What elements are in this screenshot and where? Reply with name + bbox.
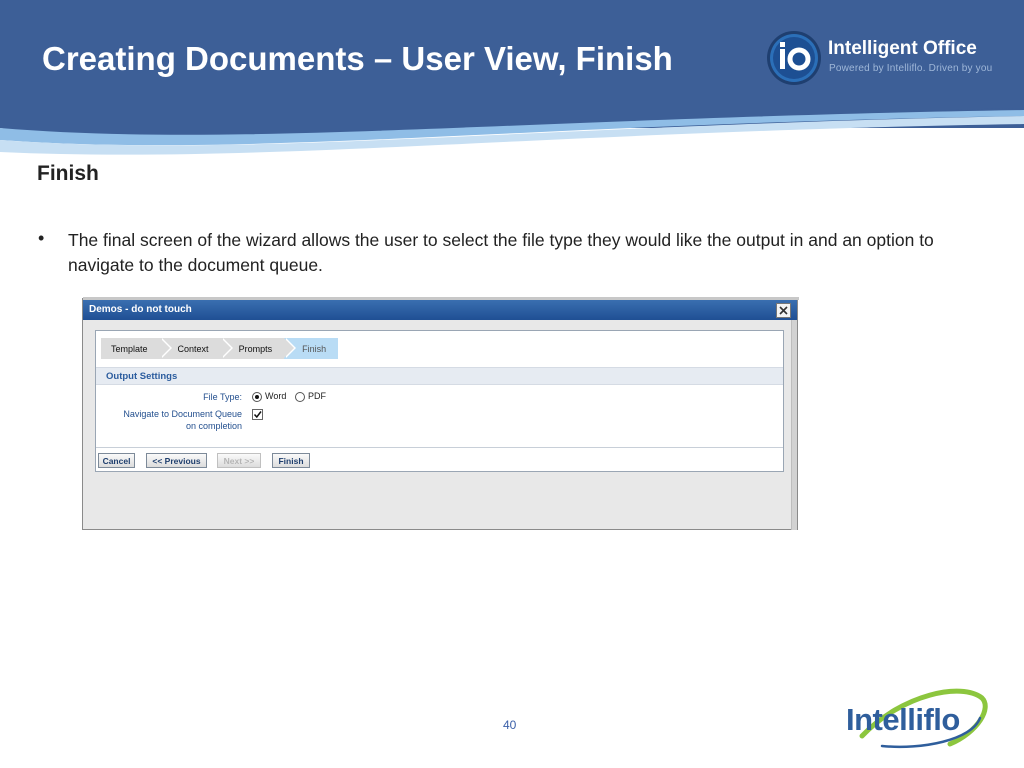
checkmark-icon [253,411,262,419]
next-button[interactable]: Next >> [217,453,261,468]
radio-pdf-label: PDF [308,391,326,401]
bullet-text: The final screen of the wizard allows th… [68,230,934,275]
scrollbar[interactable] [791,320,797,530]
intelligent-office-brand: Intelligent Office [828,38,977,59]
bullet-marker: • [38,228,45,248]
section-heading: Finish [37,162,99,185]
slide: Creating Documents – User View, Finish I… [0,0,1024,768]
close-button[interactable] [776,303,791,318]
finish-button[interactable]: Finish [272,453,310,468]
output-settings-band: Output Settings [96,367,783,385]
close-icon [779,306,788,315]
wizard-dialog: Demos - do not touch Template Context Pr… [82,297,799,530]
footer-separator [96,447,783,448]
page-number: 40 [503,718,517,732]
previous-button[interactable]: << Previous [146,453,207,468]
intelliflo-logo-text: Intelliflo [846,702,960,737]
wizard-panel: Template Context Prompts Finish Output S… [95,330,784,472]
navigate-checkbox[interactable] [252,409,263,420]
file-type-label: File Type: [203,392,242,402]
navigate-label-line2: on completion [185,421,242,431]
wizard-step-label: Context [177,343,209,354]
slide-title: Creating Documents – User View, Finish [42,40,673,77]
navigate-label-line1: Navigate to Document Queue [123,409,242,419]
wizard-step-label: Prompts [238,343,273,354]
dialog-titlebar[interactable]: Demos - do not touch [83,300,797,320]
wizard-steps: Template Context Prompts Finish [101,338,339,359]
radio-word-label: Word [265,391,287,401]
navigate-label: Navigate to Document Queue on completion [96,408,242,432]
output-settings-label: Output Settings [106,371,178,382]
cancel-button[interactable]: Cancel [98,453,135,468]
intelligent-office-tagline: Powered by Intelliflo. Driven by you [829,63,993,74]
radio-pdf[interactable] [295,392,305,402]
intelligent-office-logo-icon [767,31,821,85]
wizard-step-label: Template [111,343,148,354]
wizard-step-label: Finish [302,343,327,354]
dialog-title: Demos - do not touch [89,304,192,315]
header-band [0,0,1024,155]
wizard-step-template[interactable]: Template [101,338,171,359]
radio-word[interactable] [252,392,262,402]
